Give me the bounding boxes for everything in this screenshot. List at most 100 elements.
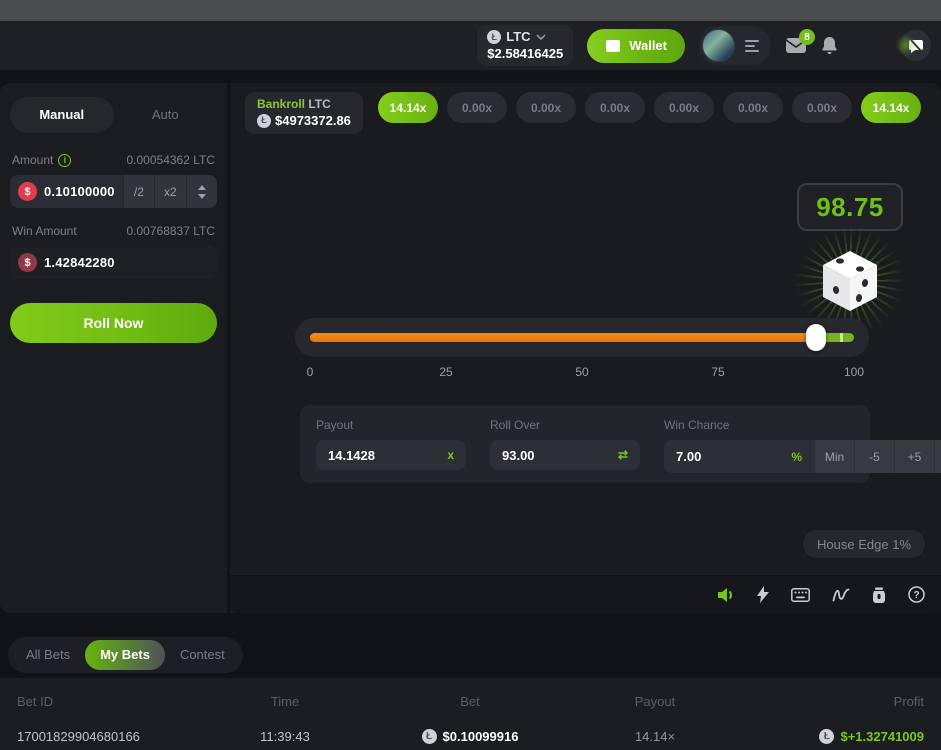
trends-icon bbox=[832, 588, 850, 602]
history-pill[interactable]: 0.00x bbox=[723, 92, 783, 123]
history-pill[interactable]: 14.14x bbox=[861, 92, 921, 123]
wallet-label: Wallet bbox=[629, 38, 667, 53]
wallet-button[interactable]: Wallet bbox=[587, 29, 685, 63]
bets-table: Bet ID Time Bet Payout Profit 1700182990… bbox=[0, 678, 941, 750]
bet-id-cell: 17001829904680166 bbox=[17, 729, 230, 744]
win-chance-value: 7.00 bbox=[676, 449, 701, 464]
win-amount-value: 1.42842280 bbox=[44, 255, 115, 270]
menu-icon bbox=[745, 40, 759, 52]
chat-disabled-icon bbox=[908, 38, 924, 54]
tick-label: 100 bbox=[844, 365, 864, 379]
tab-contest[interactable]: Contest bbox=[165, 640, 240, 670]
win-amount-crypto-equivalent: 0.00768837 LTC bbox=[126, 224, 215, 238]
table-header: Bet ID Time Bet Payout Profit bbox=[17, 694, 924, 709]
tick-label: 0 bbox=[307, 365, 314, 379]
notifications-button[interactable] bbox=[821, 36, 838, 55]
roll-over-label: Roll Over bbox=[490, 418, 640, 432]
roll-now-button[interactable]: Roll Now bbox=[10, 303, 217, 343]
bankroll-value: $4973372.86 bbox=[275, 113, 351, 130]
swap-icon[interactable]: ⇄ bbox=[618, 448, 628, 462]
history-pill[interactable]: 0.00x bbox=[654, 92, 714, 123]
ltc-coin-icon: Ł bbox=[257, 114, 271, 128]
bankroll-currency: LTC bbox=[308, 97, 330, 111]
col-payout: Payout bbox=[600, 694, 710, 709]
slider-track bbox=[310, 333, 854, 342]
col-profit: Profit bbox=[710, 694, 924, 709]
bet-controls-panel: Manual Auto Amount i 0.00054362 LTC $ 0.… bbox=[0, 83, 227, 613]
hotkeys-button[interactable] bbox=[791, 588, 810, 602]
mail-button[interactable]: 8 bbox=[785, 37, 807, 54]
main-content: Manual Auto Amount i 0.00054362 LTC $ 0.… bbox=[0, 83, 941, 613]
avatar bbox=[702, 29, 735, 62]
win-chance-quick-buttons: Min -5 +5 Max bbox=[814, 440, 941, 473]
tab-auto[interactable]: Auto bbox=[114, 97, 218, 133]
col-bet-id: Bet ID bbox=[17, 694, 230, 709]
table-row[interactable]: 17001829904680166 11:39:43 Ł $0.10099916… bbox=[17, 729, 924, 744]
history-pill[interactable]: 0.00x bbox=[585, 92, 645, 123]
tick-label: 25 bbox=[439, 365, 452, 379]
currency-selector[interactable]: Ł LTC $2.58416425 bbox=[477, 25, 573, 66]
history-pill[interactable]: 0.00x bbox=[516, 92, 576, 123]
jar-icon bbox=[872, 587, 886, 603]
game-toolbar: ? bbox=[230, 575, 941, 613]
roll-slider[interactable] bbox=[295, 318, 869, 357]
tab-manual[interactable]: Manual bbox=[10, 97, 114, 133]
keyboard-icon bbox=[791, 588, 810, 602]
question-icon: ? bbox=[908, 586, 925, 603]
plus-5-button[interactable]: +5 bbox=[894, 440, 934, 473]
user-menu[interactable] bbox=[699, 26, 771, 65]
tab-all-bets[interactable]: All Bets bbox=[11, 640, 85, 670]
history-pill[interactable]: 14.14x bbox=[378, 92, 438, 123]
step-up-icon bbox=[198, 185, 206, 190]
ltc-coin-icon: Ł bbox=[422, 729, 437, 744]
chat-toggle-button[interactable] bbox=[900, 30, 931, 61]
dice-game-panel: Bankroll LTC Ł $4973372.86 14.14x 0.00x … bbox=[230, 83, 941, 613]
slider-thumb[interactable] bbox=[806, 324, 826, 351]
win-chance-label: Win Chance bbox=[664, 418, 941, 432]
wallet-icon bbox=[605, 39, 621, 53]
payout-cell: 14.14× bbox=[600, 729, 710, 744]
mail-badge: 8 bbox=[799, 29, 815, 45]
speaker-icon bbox=[717, 587, 735, 603]
bankroll-display: Bankroll LTC Ł $4973372.86 bbox=[245, 92, 363, 134]
roll-over-input[interactable]: 93.00 ⇄ bbox=[490, 440, 640, 470]
help-button[interactable]: ? bbox=[908, 586, 925, 603]
roll-result-value: 98.75 bbox=[816, 192, 884, 223]
svg-text:?: ? bbox=[913, 590, 919, 601]
min-button[interactable]: Min bbox=[814, 440, 854, 473]
history-pill[interactable]: 0.00x bbox=[447, 92, 507, 123]
double-bet-button[interactable]: x2 bbox=[154, 175, 185, 208]
amount-input-group: $ 0.10100000 /2 x2 bbox=[10, 175, 217, 208]
minus-5-button[interactable]: -5 bbox=[854, 440, 894, 473]
time-cell: 11:39:43 bbox=[230, 729, 340, 744]
max-button[interactable]: Max bbox=[934, 440, 941, 473]
quick-bet-button[interactable] bbox=[757, 586, 769, 603]
chevron-down-icon bbox=[536, 34, 546, 40]
win-chance-input[interactable]: 7.00 % bbox=[664, 440, 814, 473]
win-amount-input[interactable]: $ 1.42842280 bbox=[10, 246, 217, 279]
bankroll-label: Bankroll bbox=[257, 97, 305, 111]
tab-my-bets[interactable]: My Bets bbox=[85, 640, 165, 670]
amount-label: Amount bbox=[12, 153, 53, 167]
tick-label: 75 bbox=[711, 365, 724, 379]
seed-button[interactable] bbox=[872, 587, 886, 603]
sound-button[interactable] bbox=[717, 587, 735, 603]
info-icon[interactable]: i bbox=[58, 154, 71, 167]
half-bet-button[interactable]: /2 bbox=[123, 175, 154, 208]
slider-lose-range bbox=[310, 333, 816, 342]
amount-input[interactable]: $ 0.10100000 bbox=[10, 175, 123, 208]
house-edge-badge: House Edge 1% bbox=[803, 530, 925, 558]
tick-label: 50 bbox=[575, 365, 588, 379]
amount-stepper[interactable] bbox=[186, 175, 217, 208]
history-pill[interactable]: 0.00x bbox=[792, 92, 852, 123]
usd-badge-icon: $ bbox=[18, 182, 37, 201]
payout-input[interactable]: 14.1428 x bbox=[316, 440, 466, 470]
amount-value: 0.10100000 bbox=[44, 184, 115, 199]
results-history: 14.14x 0.00x 0.00x 0.00x 0.00x 0.00x 0.0… bbox=[378, 92, 921, 123]
win-amount-label: Win Amount bbox=[12, 224, 77, 238]
mode-tabs: Manual Auto bbox=[10, 97, 217, 133]
multiplier-icon: x bbox=[447, 448, 454, 462]
amount-crypto-equivalent: 0.00054362 LTC bbox=[126, 153, 215, 167]
trends-button[interactable] bbox=[832, 588, 850, 602]
bet-cell: Ł $0.10099916 bbox=[340, 729, 600, 744]
